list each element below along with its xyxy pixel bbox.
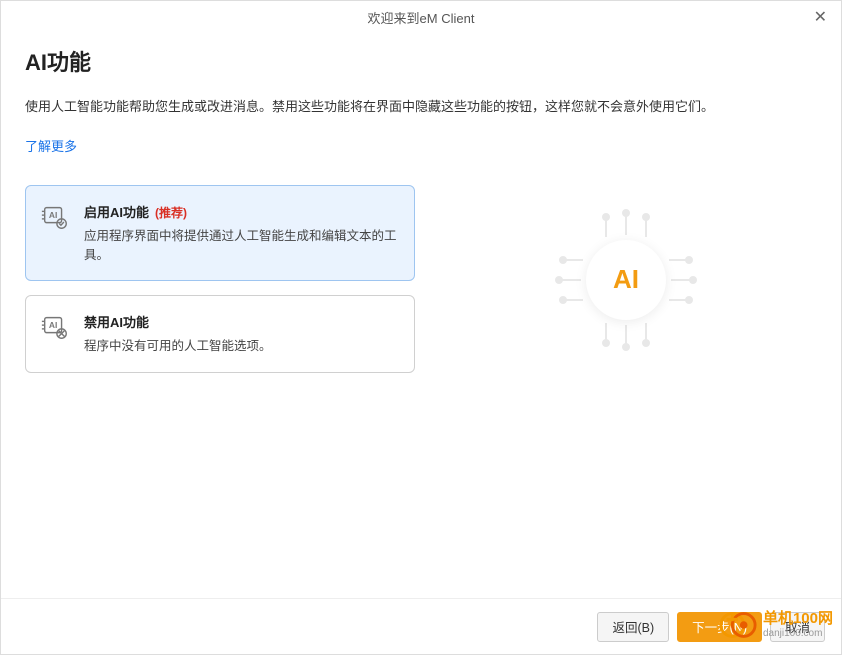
page-description: 使用人工智能功能帮助您生成或改进消息。禁用这些功能将在界面中隐藏这些功能的按钮，…	[25, 97, 817, 118]
cancel-button[interactable]: 取消	[770, 612, 825, 642]
content-area: AI功能 使用人工智能功能帮助您生成或改进消息。禁用这些功能将在界面中隐藏这些功…	[1, 33, 841, 387]
ai-chip-illustration: AI	[551, 205, 701, 355]
option-enable-text: 启用AI功能 (推荐) 应用程序界面中将提供通过人工智能生成和编辑文本的工具。	[84, 202, 400, 265]
svg-text:AI: AI	[49, 210, 57, 220]
illustration-column: AI	[435, 185, 817, 387]
close-button[interactable]: ✕	[808, 5, 833, 29]
option-enable-title: 启用AI功能	[84, 202, 149, 221]
option-disable-text: 禁用AI功能 程序中没有可用的人工智能选项。	[84, 312, 400, 356]
options-column: AI 启用AI功能 (推荐) 应用程序界面中将提供通过人工智能生成和编辑文本的工…	[25, 185, 415, 387]
recommended-badge: (推荐)	[155, 204, 187, 221]
ai-label: AI	[586, 240, 666, 320]
ai-enable-icon: AI	[40, 202, 70, 232]
window-title: 欢迎来到eM Client	[368, 8, 475, 27]
ai-disable-icon: AI	[40, 312, 70, 342]
option-enable-desc: 应用程序界面中将提供通过人工智能生成和编辑文本的工具。	[84, 227, 400, 265]
main-area: AI 启用AI功能 (推荐) 应用程序界面中将提供通过人工智能生成和编辑文本的工…	[25, 185, 817, 387]
option-disable-desc: 程序中没有可用的人工智能选项。	[84, 337, 400, 356]
svg-text:AI: AI	[49, 320, 57, 330]
back-button[interactable]: 返回(B)	[597, 612, 669, 642]
option-disable-ai[interactable]: AI 禁用AI功能 程序中没有可用的人工智能选项。	[25, 295, 415, 373]
titlebar: 欢迎来到eM Client ✕	[1, 1, 841, 33]
page-title: AI功能	[25, 45, 817, 77]
footer: 返回(B) 下一步(N) 取消	[1, 598, 841, 654]
option-enable-ai[interactable]: AI 启用AI功能 (推荐) 应用程序界面中将提供通过人工智能生成和编辑文本的工…	[25, 185, 415, 282]
next-button[interactable]: 下一步(N)	[677, 612, 762, 642]
option-disable-title: 禁用AI功能	[84, 312, 149, 331]
learn-more-link[interactable]: 了解更多	[25, 136, 77, 155]
